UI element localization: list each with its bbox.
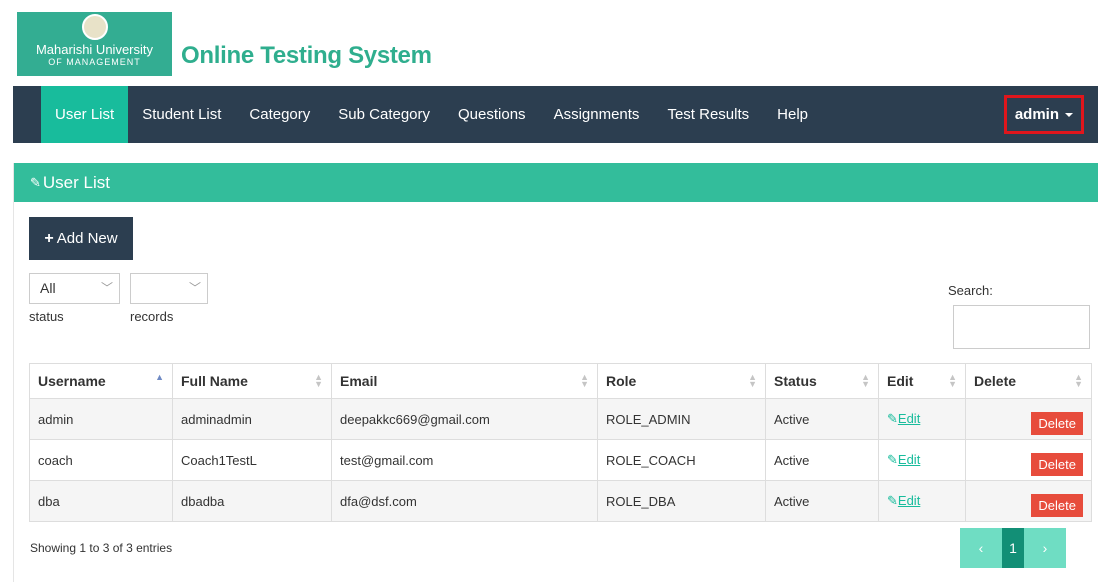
cell-status: Active bbox=[765, 398, 879, 440]
sort-icon: ▲ ▼ bbox=[948, 372, 957, 389]
caret-down-icon bbox=[1065, 112, 1073, 117]
col-fullname-label: Full Name bbox=[181, 373, 248, 389]
edit-icon: ✎ bbox=[887, 411, 898, 426]
pager-next-button[interactable]: › bbox=[1024, 528, 1066, 568]
cell-edit: ✎Edit bbox=[878, 398, 966, 440]
app-title: Online Testing System bbox=[181, 42, 432, 69]
table-row: admin adminadmin deepakkc669@gmail.com R… bbox=[29, 398, 1092, 440]
university-seal-icon bbox=[81, 14, 108, 40]
edit-link[interactable]: Edit bbox=[898, 493, 920, 508]
col-edit-label: Edit bbox=[887, 373, 914, 389]
col-email[interactable]: Email ▲ ▼ bbox=[331, 363, 598, 399]
sort-icon: ▲ ▼ bbox=[580, 372, 589, 389]
edit-icon: ✎ bbox=[30, 174, 41, 190]
cell-delete: Delete bbox=[965, 398, 1092, 440]
search-input[interactable] bbox=[953, 305, 1090, 349]
cell-role: ROLE_ADMIN bbox=[597, 398, 766, 440]
cell-edit: ✎Edit bbox=[878, 480, 966, 522]
table-header-row: Username ▲ Full Name ▲ ▼ Email ▲ ▼ Role ▲ ▼ Sta… bbox=[29, 363, 1092, 399]
nav-help[interactable]: Help bbox=[763, 86, 822, 143]
col-delete[interactable]: Delete ▲ ▼ bbox=[965, 363, 1092, 399]
col-username-label: Username bbox=[38, 373, 106, 389]
nav-sub-category[interactable]: Sub Category bbox=[324, 86, 444, 143]
add-new-button[interactable]: + Add New bbox=[29, 217, 133, 260]
col-delete-label: Delete bbox=[974, 373, 1017, 389]
cell-username: dba bbox=[29, 480, 173, 522]
nav-user-list[interactable]: User List bbox=[41, 86, 129, 143]
delete-button[interactable]: Delete bbox=[1031, 411, 1083, 435]
nav-questions[interactable]: Questions bbox=[444, 86, 540, 143]
cell-delete: Delete bbox=[965, 480, 1092, 522]
nav-student-list[interactable]: Student List bbox=[128, 86, 235, 143]
cell-email: test@gmail.com bbox=[331, 439, 598, 481]
chevron-down-icon: ﹀ bbox=[100, 281, 113, 295]
pager-page-1[interactable]: 1 bbox=[1002, 528, 1024, 568]
col-fullname[interactable]: Full Name ▲ ▼ bbox=[172, 363, 332, 399]
col-role[interactable]: Role ▲ ▼ bbox=[597, 363, 766, 399]
add-new-label: Add New bbox=[56, 230, 118, 247]
user-table: Username ▲ Full Name ▲ ▼ Email ▲ ▼ Role ▲ ▼ Sta… bbox=[29, 363, 1092, 522]
col-status-label: Status bbox=[774, 373, 817, 389]
records-caption: records bbox=[130, 309, 174, 324]
cell-email: deepakkc669@gmail.com bbox=[331, 398, 598, 440]
table-row: dba dbadba dfa@dsf.com ROLE_DBA Active ✎… bbox=[29, 480, 1092, 522]
cell-delete: Delete bbox=[965, 439, 1092, 481]
edit-link[interactable]: Edit bbox=[898, 452, 920, 467]
cell-role: ROLE_DBA bbox=[597, 480, 766, 522]
status-filter-value: All bbox=[40, 280, 56, 296]
nav-assignments[interactable]: Assignments bbox=[540, 86, 654, 143]
user-menu-label: admin bbox=[1014, 106, 1059, 123]
chevron-down-icon: ﹀ bbox=[188, 281, 201, 295]
delete-button[interactable]: Delete bbox=[1031, 452, 1083, 476]
user-menu-dropdown[interactable]: admin bbox=[1003, 95, 1084, 134]
col-edit[interactable]: Edit ▲ ▼ bbox=[878, 363, 966, 399]
records-filter-select[interactable]: ﹀ bbox=[130, 273, 208, 304]
cell-edit: ✎Edit bbox=[878, 439, 966, 481]
edit-icon: ✎ bbox=[887, 493, 898, 508]
pagination: ‹ 1 › bbox=[960, 528, 1066, 568]
plus-icon: + bbox=[44, 229, 54, 247]
table-info: Showing 1 to 3 of 3 entries bbox=[30, 541, 173, 555]
cell-email: dfa@dsf.com bbox=[331, 480, 598, 522]
cell-fullname: adminadmin bbox=[172, 398, 332, 440]
edit-link[interactable]: Edit bbox=[898, 411, 920, 426]
table-row: coach Coach1TestL test@gmail.com ROLE_CO… bbox=[29, 439, 1092, 481]
nav-category[interactable]: Category bbox=[235, 86, 324, 143]
col-status[interactable]: Status ▲ ▼ bbox=[765, 363, 879, 399]
cell-fullname: dbadba bbox=[172, 480, 332, 522]
cell-role: ROLE_COACH bbox=[597, 439, 766, 481]
logo-line1: Maharishi University bbox=[35, 42, 154, 57]
col-role-label: Role bbox=[606, 373, 637, 389]
cell-status: Active bbox=[765, 439, 879, 481]
search-label: Search: bbox=[948, 283, 993, 298]
navbar: User List Student List Category Sub Cate… bbox=[13, 86, 1098, 143]
cell-fullname: Coach1TestL bbox=[172, 439, 332, 481]
pager-prev-button[interactable]: ‹ bbox=[960, 528, 1002, 568]
sort-icon: ▲ ▼ bbox=[748, 372, 757, 389]
panel-title: User List bbox=[42, 172, 110, 192]
sort-icon: ▲ ▼ bbox=[1074, 372, 1083, 389]
university-logo: Maharishi University OF MANAGEMENT bbox=[17, 12, 172, 76]
col-email-label: Email bbox=[340, 373, 378, 389]
panel-heading: ✎ User List bbox=[14, 163, 1098, 202]
edit-icon: ✎ bbox=[887, 452, 898, 467]
cell-username: coach bbox=[29, 439, 173, 481]
sort-icon: ▲ ▼ bbox=[861, 372, 870, 389]
logo-line2: OF MANAGEMENT bbox=[48, 57, 141, 67]
nav-test-results[interactable]: Test Results bbox=[653, 86, 763, 143]
user-list-panel: ✎ User List + Add New All ﹀ status ﹀ rec… bbox=[13, 163, 1098, 582]
status-caption: status bbox=[29, 309, 64, 324]
status-filter-select[interactable]: All ﹀ bbox=[29, 273, 120, 304]
sort-asc-icon: ▲ bbox=[155, 372, 164, 382]
cell-username: admin bbox=[29, 398, 173, 440]
col-username[interactable]: Username ▲ bbox=[29, 363, 173, 399]
cell-status: Active bbox=[765, 480, 879, 522]
header: Maharishi University OF MANAGEMENT Onlin… bbox=[0, 0, 1099, 84]
delete-button[interactable]: Delete bbox=[1031, 493, 1083, 517]
sort-icon: ▲ ▼ bbox=[314, 372, 323, 389]
